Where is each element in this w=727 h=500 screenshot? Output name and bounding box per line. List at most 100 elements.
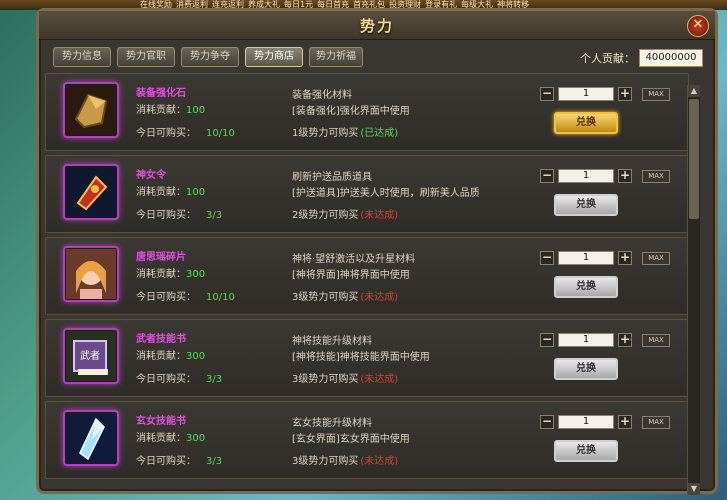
scroll-thumb[interactable] <box>689 99 699 219</box>
item-daily-limit: 今日可购买： 3/3 <box>136 370 222 385</box>
svg-text:武者: 武者 <box>80 349 100 362</box>
item-daily-limit: 今日可购买： 10/10 <box>136 124 235 139</box>
requirement-text: 3级势力可购买 <box>292 374 359 385</box>
tab-3[interactable]: 势力争夺 <box>181 47 239 67</box>
max-button[interactable]: MAX <box>642 415 670 429</box>
scroll-down-icon[interactable]: ▼ <box>688 483 700 495</box>
daily-label: 今日可购买： <box>136 292 196 303</box>
requirement-status: (未达成) <box>360 456 399 467</box>
tab-1[interactable]: 势力信息 <box>53 47 111 67</box>
item-cost: 消耗贡献：300 <box>136 347 205 362</box>
item-requirement: 2级势力可购买 (未达成) <box>292 206 398 221</box>
cost-label: 消耗贡献： <box>136 351 186 362</box>
book-icon: 武者 <box>63 328 119 384</box>
item-name: 神女令 <box>136 170 166 181</box>
cost-value: 100 <box>186 105 206 116</box>
item-description: 神将·望舒激活以及升星材料 <box>292 254 416 265</box>
cost-label: 消耗贡献： <box>136 187 186 198</box>
plus-button[interactable]: + <box>618 169 632 183</box>
item-description: 装备强化材料 <box>292 90 352 101</box>
quantity-input[interactable]: 1 <box>558 415 614 429</box>
item-description: 刷新护送品质道具 <box>292 172 372 183</box>
quantity-input[interactable]: 1 <box>558 251 614 265</box>
item-daily-limit: 今日可购买： 3/3 <box>136 452 222 467</box>
shop-item-row: 武者 武者技能书 消耗贡献：300 今日可购买： 3/3 神将技能升级材料 [神将技能]神将… <box>45 319 689 397</box>
requirement-text: 3级势力可购买 <box>292 456 359 467</box>
exchange-button[interactable]: 兑换 <box>554 440 618 462</box>
daily-value: 3/3 <box>206 374 223 385</box>
cost-value: 100 <box>186 187 206 198</box>
shop-item-row: 唐思瑶碎片 消耗贡献：300 今日可购买： 10/10 神将·望舒激活以及升星材料 [神将… <box>45 237 689 315</box>
max-button[interactable]: MAX <box>642 87 670 101</box>
shop-item-list: 装备强化石 消耗贡献：100 今日可购买： 10/10 装备强化材料 [装备强化]强化界面… <box>45 73 695 487</box>
scroll-up-icon[interactable]: ▲ <box>688 85 700 97</box>
quantity-stepper: −1 + MAX <box>540 169 670 183</box>
item-daily-limit: 今日可购买： 3/3 <box>136 206 222 221</box>
item-usage: [神将界面]神将界面中使用 <box>292 270 410 281</box>
plus-button[interactable]: + <box>618 333 632 347</box>
item-cost: 消耗贡献：100 <box>136 101 205 116</box>
tab-bar: 势力信息 势力官职 势力争夺 势力商店 势力祈福 <box>53 47 363 67</box>
item-cost: 消耗贡献：300 <box>136 265 205 280</box>
cost-value: 300 <box>186 351 206 362</box>
tab-2[interactable]: 势力官职 <box>117 47 175 67</box>
requirement-status: (未达成) <box>360 374 399 385</box>
plus-button[interactable]: + <box>618 251 632 265</box>
item-description: 神将技能升级材料 <box>292 336 372 347</box>
cost-label: 消耗贡献： <box>136 269 186 280</box>
minus-button[interactable]: − <box>540 415 554 429</box>
contribution-label: 个人贡献： <box>580 52 635 65</box>
quantity-input[interactable]: 1 <box>558 169 614 183</box>
quantity-input[interactable]: 1 <box>558 87 614 101</box>
item-usage: [玄女界面]玄女界面中使用 <box>292 434 410 445</box>
item-name: 装备强化石 <box>136 88 186 99</box>
daily-label: 今日可购买： <box>136 128 196 139</box>
minus-button[interactable]: − <box>540 333 554 347</box>
max-button[interactable]: MAX <box>642 169 670 183</box>
shop-item-row: 玄女技能书消耗贡献：300 今日可购买： 3/3 玄女技能升级材料 [玄女界面]玄女界面… <box>45 401 689 479</box>
item-description: 玄女技能升级材料 <box>292 418 372 429</box>
max-button[interactable]: MAX <box>642 251 670 265</box>
quantity-stepper: −1 + MAX <box>540 251 670 265</box>
quantity-input[interactable]: 1 <box>558 333 614 347</box>
item-usage: [护送道具]护送美人时使用，刷新美人品质 <box>292 188 480 199</box>
requirement-status: (未达成) <box>360 292 399 303</box>
item-requirement: 3级势力可购买 (未达成) <box>292 288 398 303</box>
quantity-stepper: −1 + MAX <box>540 333 670 347</box>
daily-label: 今日可购买： <box>136 456 196 467</box>
cost-label: 消耗贡献： <box>136 105 186 116</box>
personal-contribution: 个人贡献： 40000000 <box>580 49 703 67</box>
exchange-button[interactable]: 兑换 <box>554 276 618 298</box>
token-icon <box>63 164 119 220</box>
item-name: 玄女技能书 <box>136 416 186 427</box>
item-cost: 消耗贡献：100 <box>136 183 205 198</box>
plus-button[interactable]: + <box>618 87 632 101</box>
shop-item-row: 装备强化石消耗贡献：100 今日可购买： 10/10 装备强化材料 [装备强化]强化界面… <box>45 73 689 151</box>
exchange-button[interactable]: 兑换 <box>554 358 618 380</box>
close-button[interactable]: ✕ <box>687 15 709 37</box>
cost-value: 300 <box>186 269 206 280</box>
minus-button[interactable]: − <box>540 169 554 183</box>
max-button[interactable]: MAX <box>642 333 670 347</box>
tab-4[interactable]: 势力商店 <box>245 47 303 67</box>
exchange-button[interactable]: 兑换 <box>554 194 618 216</box>
requirement-status: (已达成) <box>360 128 399 139</box>
requirement-text: 2级势力可购买 <box>292 210 359 221</box>
item-requirement: 1级势力可购买 (已达成) <box>292 124 398 139</box>
daily-value: 10/10 <box>206 292 235 303</box>
portrait-icon <box>63 246 119 302</box>
item-usage: [装备强化]强化界面中使用 <box>292 106 410 117</box>
crystal-icon <box>63 410 119 466</box>
minus-button[interactable]: − <box>540 251 554 265</box>
exchange-button[interactable]: 兑换 <box>554 112 618 134</box>
tab-5[interactable]: 势力祈福 <box>309 47 363 67</box>
scrollbar[interactable]: ▲ ▼ <box>687 85 700 495</box>
stone-icon <box>63 82 119 138</box>
plus-button[interactable]: + <box>618 415 632 429</box>
quantity-stepper: −1 + MAX <box>540 87 670 101</box>
item-cost: 消耗贡献：300 <box>136 429 205 444</box>
minus-button[interactable]: − <box>540 87 554 101</box>
item-requirement: 3级势力可购买 (未达成) <box>292 370 398 385</box>
item-name: 武者技能书 <box>136 334 186 345</box>
window-title: 势力 <box>359 17 394 35</box>
